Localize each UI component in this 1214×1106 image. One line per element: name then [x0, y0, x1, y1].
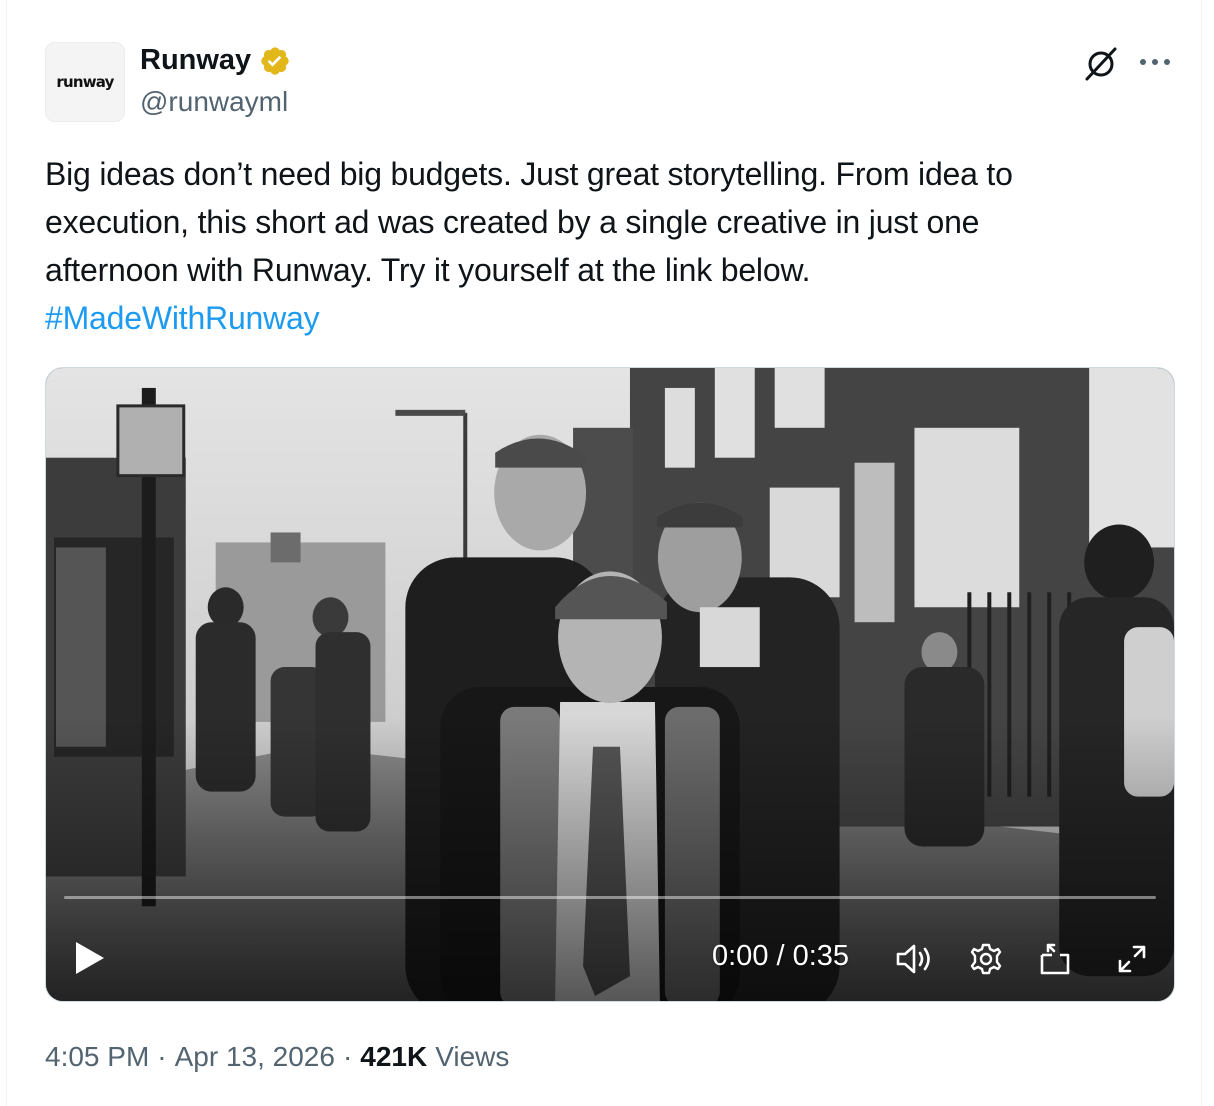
- tweet-meta: 4:05 PM · Apr 13, 2026 · 421K Views: [45, 1041, 509, 1073]
- picture-in-picture-icon[interactable]: [1036, 940, 1076, 978]
- author-avatar[interactable]: runway: [45, 42, 125, 122]
- tweet-date[interactable]: Apr 13, 2026: [175, 1041, 335, 1073]
- tweet-text-line: execution, this short ad was created by …: [45, 204, 980, 240]
- separator-dot: ·: [342, 1041, 353, 1072]
- views-count: 421K: [360, 1041, 428, 1072]
- views-label: Views: [435, 1041, 510, 1072]
- tweet-text-line: Big ideas don’t need big budgets. Just g…: [45, 156, 1013, 192]
- video-progress-bar[interactable]: [64, 896, 1156, 899]
- separator-dot: ·: [157, 1041, 167, 1072]
- video-player[interactable]: 0:00 / 0:35: [45, 367, 1175, 1002]
- author-name-row: Runway: [140, 44, 291, 77]
- settings-gear-icon[interactable]: [966, 940, 1006, 978]
- tweet-text: Big ideas don’t need big budgets. Just g…: [45, 150, 1185, 342]
- fullscreen-expand-icon[interactable]: [1112, 940, 1152, 978]
- play-icon[interactable]: [72, 938, 108, 978]
- tweet-text-line: afternoon with Runway. Try it yourself a…: [45, 252, 811, 288]
- video-frame-image: [46, 368, 1174, 1001]
- tweet-time[interactable]: 4:05 PM: [45, 1041, 149, 1073]
- tweet-card: runway Runway @runwayml Big ideas don’t …: [6, 0, 1202, 1106]
- hashtag-link[interactable]: #MadeWithRunway: [45, 294, 320, 342]
- verified-badge-icon: [261, 46, 289, 75]
- grok-icon[interactable]: [1081, 44, 1121, 84]
- volume-icon[interactable]: [894, 940, 934, 978]
- video-time: 0:00 / 0:35: [712, 940, 850, 972]
- more-options-icon[interactable]: [1135, 44, 1175, 80]
- author-handle[interactable]: @runwayml: [140, 86, 288, 118]
- author-display-name[interactable]: Runway: [140, 44, 251, 77]
- avatar-logo-text: runway: [56, 73, 114, 91]
